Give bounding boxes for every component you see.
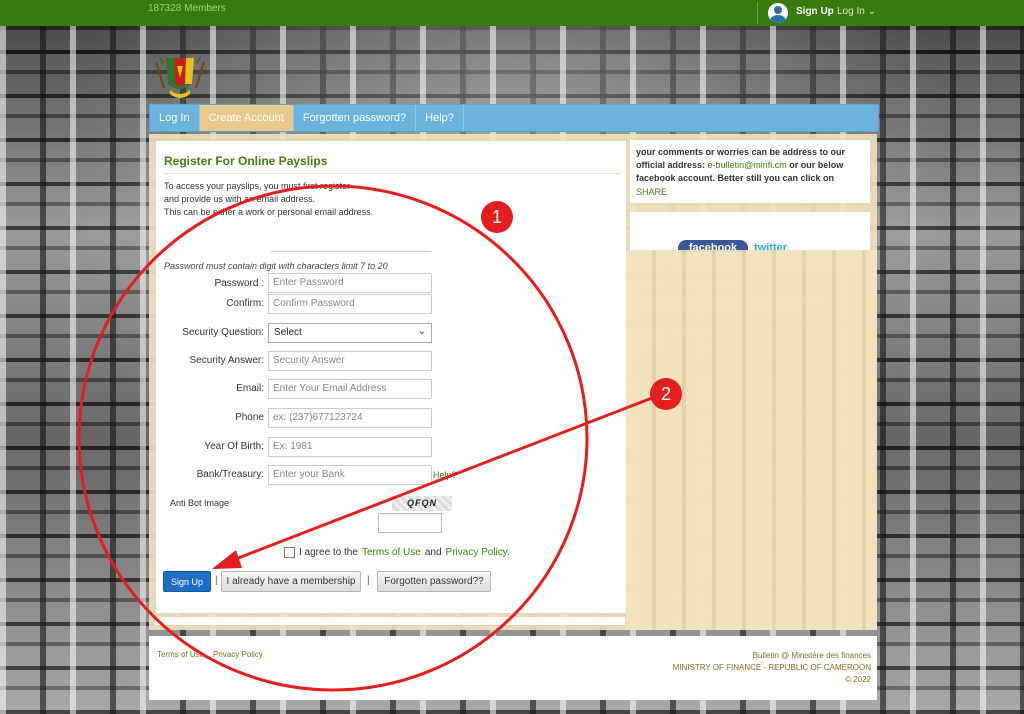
confirm-password-field[interactable]: Confirm Password (268, 294, 432, 314)
email-label: Email: (236, 383, 264, 394)
contact-text: your comments or worries can be address … (636, 146, 864, 185)
faded-background (626, 250, 877, 630)
coat-of-arms-logo (155, 54, 205, 98)
contact-info-box: your comments or worries can be address … (630, 140, 870, 203)
nav-help[interactable]: Help? (416, 105, 464, 131)
chevron-down-icon: ⌄ (417, 326, 426, 337)
chevron-down-icon: ⌄ (867, 6, 876, 17)
footer-credits: Bulletin @ Ministère des finances MINIST… (673, 650, 871, 686)
title-divider (164, 173, 620, 174)
intro-text: To access your payslips, you must first … (164, 180, 464, 219)
captcha-image: QFQN (392, 496, 452, 511)
footer-line: © 2022 (845, 675, 871, 684)
divider (757, 2, 758, 24)
top-login-link[interactable]: Log In ⌄ (837, 6, 876, 17)
phone-field[interactable]: ex: (237)677123724 (268, 408, 432, 428)
agree-and-text: and (424, 547, 442, 558)
social-box: facebook twitter (630, 212, 870, 252)
top-login-label: Log In (837, 6, 865, 17)
privacy-policy-link[interactable]: Privacy Policy. (446, 547, 510, 558)
nav-forgotten-password[interactable]: Forgotten password? (294, 105, 417, 131)
intro-line: To access your payslips, you must first … (164, 181, 351, 191)
panel-spacer (155, 617, 625, 625)
bank-label: Bank/Treasury: (196, 469, 264, 480)
security-answer-field[interactable]: Security Answer (268, 351, 432, 371)
forgotten-password-button[interactable]: Forgotten password?? (377, 571, 491, 592)
main-nav: Log In Create Account Forgotten password… (149, 104, 879, 132)
membership-button[interactable]: I already have a membership (221, 571, 361, 592)
footer-line: MINISTRY OF FINANCE - REPUBLIC OF CAMERO… (672, 663, 871, 672)
nav-create-account[interactable]: Create Account (199, 105, 294, 131)
password-label: Password : (214, 278, 264, 289)
footer-line: Bulletin @ Ministère des finances (752, 651, 871, 660)
password-field[interactable]: Enter Password (268, 273, 432, 293)
share-link[interactable]: SHARE (636, 187, 667, 197)
year-of-birth-field[interactable]: Ex: 1981 (268, 437, 432, 457)
footer-privacy-link[interactable]: Privacy Policy (213, 650, 263, 659)
intro-line: This can be either a work or personal em… (164, 207, 374, 217)
user-avatar-icon[interactable] (768, 3, 788, 23)
top-signup-link[interactable]: Sign Up (796, 6, 834, 17)
bank-field[interactable]: Enter your Bank (268, 465, 432, 485)
agree-text: I agree to the (299, 547, 358, 558)
divider (271, 251, 431, 252)
terms-agreement: I agree to the Terms of Use and Privacy … (284, 547, 510, 558)
separator: | (215, 575, 218, 586)
confirm-label: Confirm: (226, 298, 264, 309)
phone-label: Phone (235, 412, 264, 423)
bank-help-link[interactable]: Help? (433, 470, 457, 480)
security-question-select[interactable]: Select ⌄ (268, 323, 432, 343)
separator: | (367, 575, 370, 586)
security-question-value: Select (274, 327, 302, 338)
security-answer-label: Security Answer: (189, 355, 264, 366)
intro-line: and provide us with an email address. (164, 194, 316, 204)
security-question-label: Security Question: (182, 327, 264, 338)
annotation-badge-1: 1 (481, 201, 513, 233)
agree-checkbox[interactable] (284, 547, 295, 558)
footer-terms-link[interactable]: Terms of Use (157, 650, 204, 659)
top-bar: 187328 Members Sign Up Log In ⌄ (0, 0, 1024, 26)
signup-button[interactable]: Sign Up (163, 571, 211, 592)
terms-of-use-link[interactable]: Terms of Use (362, 547, 421, 558)
annotation-badge-2: 2 (650, 378, 682, 410)
antibot-label: Anti Bot Image (170, 498, 230, 508)
registration-panel: Register For Online Payslips To access y… (155, 140, 627, 614)
nav-login[interactable]: Log In (150, 105, 200, 131)
footer-links: Terms of Use Privacy Policy (157, 650, 263, 659)
footer: Terms of Use Privacy Policy Bulletin @ M… (149, 636, 877, 700)
page-title: Register For Online Payslips (164, 154, 328, 168)
captcha-input[interactable] (378, 513, 442, 533)
contact-email-link[interactable]: e-bulletin@minfi.cm (708, 160, 787, 170)
year-of-birth-label: Year Of Birth: (204, 441, 264, 452)
members-count: 187328 Members (148, 3, 226, 14)
email-field[interactable]: Enter Your Email Address (268, 379, 432, 399)
password-hint: Password must contain digit with charact… (164, 261, 388, 271)
